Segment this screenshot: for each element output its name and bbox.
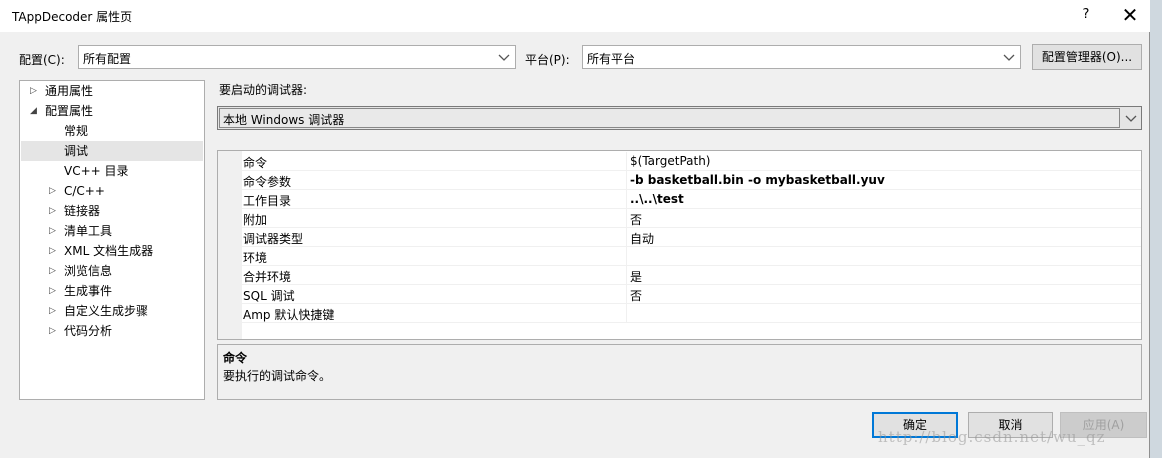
- column-divider[interactable]: [626, 247, 627, 266]
- expand-icon[interactable]: ▷: [49, 241, 59, 261]
- property-row-working-directory[interactable]: 工作目录 ..\..\test: [242, 190, 1141, 209]
- expand-icon[interactable]: ▷: [49, 201, 59, 221]
- property-name: 命令: [243, 156, 268, 170]
- collapse-icon[interactable]: ◢: [30, 101, 40, 121]
- chevron-down-icon: [1125, 115, 1137, 122]
- background-window-edge: [1151, 30, 1162, 458]
- tree-item-debugging[interactable]: 调试: [21, 141, 203, 161]
- property-name: 环境: [243, 251, 268, 265]
- property-row-amp-default-accelerator[interactable]: Amp 默认快捷键: [242, 304, 1141, 323]
- tree-item-label: VC++ 目录: [64, 164, 129, 178]
- property-value[interactable]: 自动: [630, 230, 654, 247]
- column-divider[interactable]: [626, 190, 627, 209]
- grid-margin: [218, 151, 242, 339]
- tree-item-label: 链接器: [64, 204, 101, 218]
- property-name: Amp 默认快捷键: [243, 308, 335, 322]
- expand-icon[interactable]: ▷: [49, 181, 59, 201]
- close-button[interactable]: ✕: [1110, 2, 1150, 28]
- tree-item-linker[interactable]: ▷ 链接器: [20, 201, 204, 221]
- column-divider[interactable]: [626, 152, 627, 171]
- column-divider[interactable]: [626, 285, 627, 304]
- tree-item-manifest-tool[interactable]: ▷ 清单工具: [20, 221, 204, 241]
- title-bar: TAppDecoder 属性页 ? ✕: [0, 0, 1150, 32]
- column-divider[interactable]: [626, 266, 627, 285]
- tree-item-label: 生成事件: [64, 284, 113, 298]
- config-dropdown-value: 所有配置: [83, 52, 132, 66]
- tree-item-label: 常规: [64, 124, 89, 138]
- column-divider[interactable]: [626, 228, 627, 247]
- chevron-down-icon: [1003, 54, 1015, 61]
- property-value[interactable]: $(TargetPath): [630, 154, 710, 168]
- tree-item-general[interactable]: 常规: [20, 121, 204, 141]
- expand-icon[interactable]: ▷: [49, 321, 59, 341]
- property-name: 合并环境: [243, 270, 292, 284]
- tree-item-custom-build-step[interactable]: ▷ 自定义生成步骤: [20, 301, 204, 321]
- tree-item-label: 清单工具: [64, 224, 113, 238]
- platform-label: 平台(P):: [525, 53, 570, 67]
- tree-item-vc-directories[interactable]: VC++ 目录: [20, 161, 204, 181]
- property-row-command[interactable]: 命令 $(TargetPath): [242, 152, 1141, 171]
- help-icon: ?: [1082, 7, 1090, 22]
- property-row-environment[interactable]: 环境: [242, 247, 1141, 266]
- tree-item-common-properties[interactable]: ▷ 通用属性: [20, 81, 204, 101]
- tree-item-code-analysis[interactable]: ▷ 代码分析: [20, 321, 204, 341]
- watermark: http://blog.csdn.net/wu_qz: [878, 428, 1106, 446]
- property-pages-dialog: TAppDecoder 属性页 ? ✕ 配置(C): 所有配置 平台(P): 所…: [0, 0, 1150, 458]
- property-row-debugger-type[interactable]: 调试器类型 自动: [242, 228, 1141, 247]
- property-row-sql-debugging[interactable]: SQL 调试 否: [242, 285, 1141, 304]
- description-panel: 命令 要执行的调试命令。: [217, 344, 1142, 400]
- expand-icon[interactable]: ▷: [49, 301, 59, 321]
- property-name: 附加: [243, 213, 268, 227]
- tree-item-build-events[interactable]: ▷ 生成事件: [20, 281, 204, 301]
- property-row-merge-environment[interactable]: 合并环境 是: [242, 266, 1141, 285]
- tree-item-label: 配置属性: [45, 104, 94, 118]
- property-name: 工作目录: [243, 194, 292, 208]
- expand-icon[interactable]: ▷: [30, 81, 40, 101]
- config-manager-button[interactable]: 配置管理器(O)...: [1032, 44, 1142, 70]
- tree-item-label: C/C++: [64, 184, 105, 198]
- tree-item-xml-doc-generator[interactable]: ▷ XML 文档生成器: [20, 241, 204, 261]
- tree-item-label: 通用属性: [45, 84, 94, 98]
- chevron-down-icon: [498, 54, 510, 61]
- property-value[interactable]: -b basketball.bin -o mybasketball.yuv: [630, 173, 885, 187]
- property-tree[interactable]: ▷ 通用属性 ◢ 配置属性 常规 调试 VC++ 目录 ▷ C/C++ ▷ 链接…: [19, 80, 205, 400]
- debugger-label: 要启动的调试器:: [219, 83, 308, 97]
- property-name: 命令参数: [243, 175, 292, 189]
- column-divider[interactable]: [626, 209, 627, 228]
- tree-item-browse-information[interactable]: ▷ 浏览信息: [20, 261, 204, 281]
- property-row-command-arguments[interactable]: 命令参数 -b basketball.bin -o mybasketball.y…: [242, 171, 1141, 190]
- expand-icon[interactable]: ▷: [49, 261, 59, 281]
- property-name: SQL 调试: [243, 289, 295, 303]
- tree-item-label: 代码分析: [64, 324, 113, 338]
- column-divider[interactable]: [626, 171, 627, 190]
- tree-item-label: 调试: [64, 144, 89, 158]
- help-button[interactable]: ?: [1066, 2, 1106, 28]
- property-value[interactable]: ..\..\test: [630, 192, 684, 206]
- description-title: 命令: [223, 351, 248, 365]
- platform-dropdown-value: 所有平台: [587, 52, 636, 66]
- tree-item-label: 自定义生成步骤: [64, 304, 149, 318]
- tree-item-configuration-properties[interactable]: ◢ 配置属性: [20, 101, 204, 121]
- platform-dropdown[interactable]: 所有平台: [582, 45, 1021, 69]
- description-text: 要执行的调试命令。: [223, 369, 332, 383]
- expand-icon[interactable]: ▷: [49, 221, 59, 241]
- window-title: TAppDecoder 属性页: [12, 10, 133, 24]
- property-name: 调试器类型: [243, 232, 304, 246]
- property-grid: 命令 $(TargetPath) 命令参数 -b basketball.bin …: [217, 150, 1142, 340]
- debugger-dropdown-value: 本地 Windows 调试器: [223, 113, 345, 127]
- property-value[interactable]: 是: [630, 268, 642, 285]
- config-label: 配置(C):: [19, 53, 65, 67]
- close-icon: ✕: [1121, 3, 1139, 27]
- property-value[interactable]: 否: [630, 287, 642, 304]
- expand-icon[interactable]: ▷: [49, 281, 59, 301]
- tree-item-label: 浏览信息: [64, 264, 113, 278]
- property-row-attach[interactable]: 附加 否: [242, 209, 1141, 228]
- tree-item-cpp[interactable]: ▷ C/C++: [20, 181, 204, 201]
- column-divider[interactable]: [626, 304, 627, 323]
- debugger-dropdown-field[interactable]: 本地 Windows 调试器: [219, 108, 1120, 128]
- tree-item-label: XML 文档生成器: [64, 244, 154, 258]
- debugger-dropdown[interactable]: 本地 Windows 调试器: [217, 106, 1142, 130]
- property-value[interactable]: 否: [630, 211, 642, 228]
- config-dropdown[interactable]: 所有配置: [78, 45, 516, 69]
